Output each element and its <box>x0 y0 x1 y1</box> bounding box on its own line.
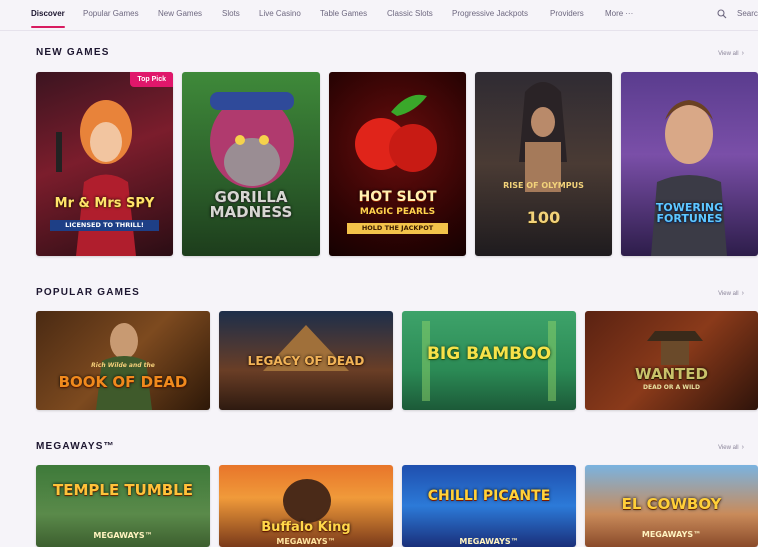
game-subtitle: Rich Wilde and the <box>91 362 155 369</box>
section-title-new-games: NEW GAMES <box>36 47 110 58</box>
game-tile-mr-mrs-spy[interactable]: Mr & Mrs SPY LICENSED TO THRILL! Top Pic… <box>36 72 173 256</box>
nav-live-casino[interactable]: Live Casino <box>259 9 301 18</box>
game-subtitle: LICENSED TO THRILL! <box>50 220 159 231</box>
game-title: LEGACY OF DEAD <box>247 354 365 368</box>
game-title: WANTED <box>635 365 708 383</box>
game-subtitle: MEGAWAYS™ <box>641 530 702 539</box>
game-art <box>651 100 727 256</box>
game-tile-wanted-dead-or-a-wild[interactable]: WANTED DEAD OR A WILD <box>585 311 758 410</box>
nav-popular-games[interactable]: Popular Games <box>83 9 139 18</box>
game-tile-chilli-picante[interactable]: CHILLI PICANTE MEGAWAYS™ <box>402 465 576 547</box>
game-title: HOT SLOT <box>358 189 437 205</box>
game-tile-gorilla-madness[interactable]: GORILLA MADNESS <box>182 72 320 256</box>
game-art <box>647 331 703 365</box>
game-tile-towering-fortunes[interactable]: TOWERING FORTUNES <box>621 72 758 256</box>
search-label[interactable]: Search <box>737 9 758 18</box>
top-pick-badge: Top Pick <box>130 72 173 87</box>
game-subtitle: MEGAWAYS™ <box>459 537 519 546</box>
nav-providers[interactable]: Providers <box>550 9 584 18</box>
more-dots-icon: ··· <box>625 9 634 18</box>
game-tile-rise-of-olympus[interactable]: RISE OF OLYMPUS 100 <box>475 72 612 256</box>
nav-slots[interactable]: Slots <box>222 9 240 18</box>
game-extra-label: HOLD THE JACKPOT <box>347 223 448 234</box>
nav-classic-slots[interactable]: Classic Slots <box>387 9 433 18</box>
game-title: RISE OF OLYMPUS <box>503 181 584 190</box>
view-all-popular-games[interactable]: View all › <box>718 290 744 297</box>
chevron-right-icon: › <box>741 444 744 451</box>
game-art <box>519 82 567 192</box>
search-icon[interactable] <box>717 9 727 19</box>
nav-progressive-jackpots[interactable]: Progressive Jackpots <box>452 9 528 18</box>
nav-more-label: More <box>605 9 624 18</box>
nav-new-games[interactable]: New Games <box>158 9 202 18</box>
active-tab-indicator <box>31 26 65 28</box>
view-all-label: View all <box>718 51 739 57</box>
section-title-popular-games: POPULAR GAMES <box>36 287 140 298</box>
game-art <box>210 92 294 188</box>
game-title: Mr & Mrs SPY <box>54 196 155 211</box>
game-title: BIG BAMBOO <box>426 344 552 364</box>
game-title: TEMPLE TUMBLE <box>52 481 193 499</box>
game-title: BOOK OF DEAD <box>58 373 188 391</box>
game-tile-buffalo-king[interactable]: Buffalo King MEGAWAYS™ <box>219 465 393 547</box>
game-title: Buffalo King <box>261 520 351 535</box>
game-tile-el-cowboy[interactable]: EL COWBOY MEGAWAYS™ <box>585 465 758 547</box>
nav-more[interactable]: More ··· <box>605 9 633 18</box>
view-all-label: View all <box>718 291 739 297</box>
game-tile-big-bamboo[interactable]: BIG BAMBOO <box>402 311 576 410</box>
game-subtitle: MEGAWAYS™ <box>93 531 153 540</box>
game-tile-legacy-of-dead[interactable]: LEGACY OF DEAD <box>219 311 393 410</box>
game-title: TOWERING FORTUNES <box>655 201 724 225</box>
game-subtitle: 100 <box>526 208 561 227</box>
game-art <box>96 323 152 410</box>
view-all-label: View all <box>718 445 739 451</box>
game-tile-hot-slot[interactable]: HOT SLOT MAGIC PEARLS HOLD THE JACKPOT <box>329 72 466 256</box>
game-subtitle: DEAD OR A WILD <box>643 384 700 391</box>
nav-discover[interactable]: Discover <box>31 9 65 18</box>
section-title-megaways: MEGAWAYS™ <box>36 441 115 452</box>
game-title: GORILLA MADNESS <box>209 188 293 221</box>
view-all-new-games[interactable]: View all › <box>718 50 744 57</box>
game-subtitle: MAGIC PEARLS <box>359 207 436 217</box>
game-tile-temple-tumble[interactable]: TEMPLE TUMBLE MEGAWAYS™ <box>36 465 210 547</box>
game-tile-book-of-dead[interactable]: Rich Wilde and the BOOK OF DEAD <box>36 311 210 410</box>
game-title: CHILLI PICANTE <box>427 488 551 504</box>
game-subtitle: MEGAWAYS™ <box>276 537 336 546</box>
game-title: EL COWBOY <box>621 495 722 513</box>
chevron-right-icon: › <box>741 50 744 57</box>
nav-table-games[interactable]: Table Games <box>320 9 367 18</box>
chevron-right-icon: › <box>741 290 744 297</box>
top-navigation: Discover Popular Games New Games Slots L… <box>0 0 758 31</box>
view-all-megaways[interactable]: View all › <box>718 444 744 451</box>
